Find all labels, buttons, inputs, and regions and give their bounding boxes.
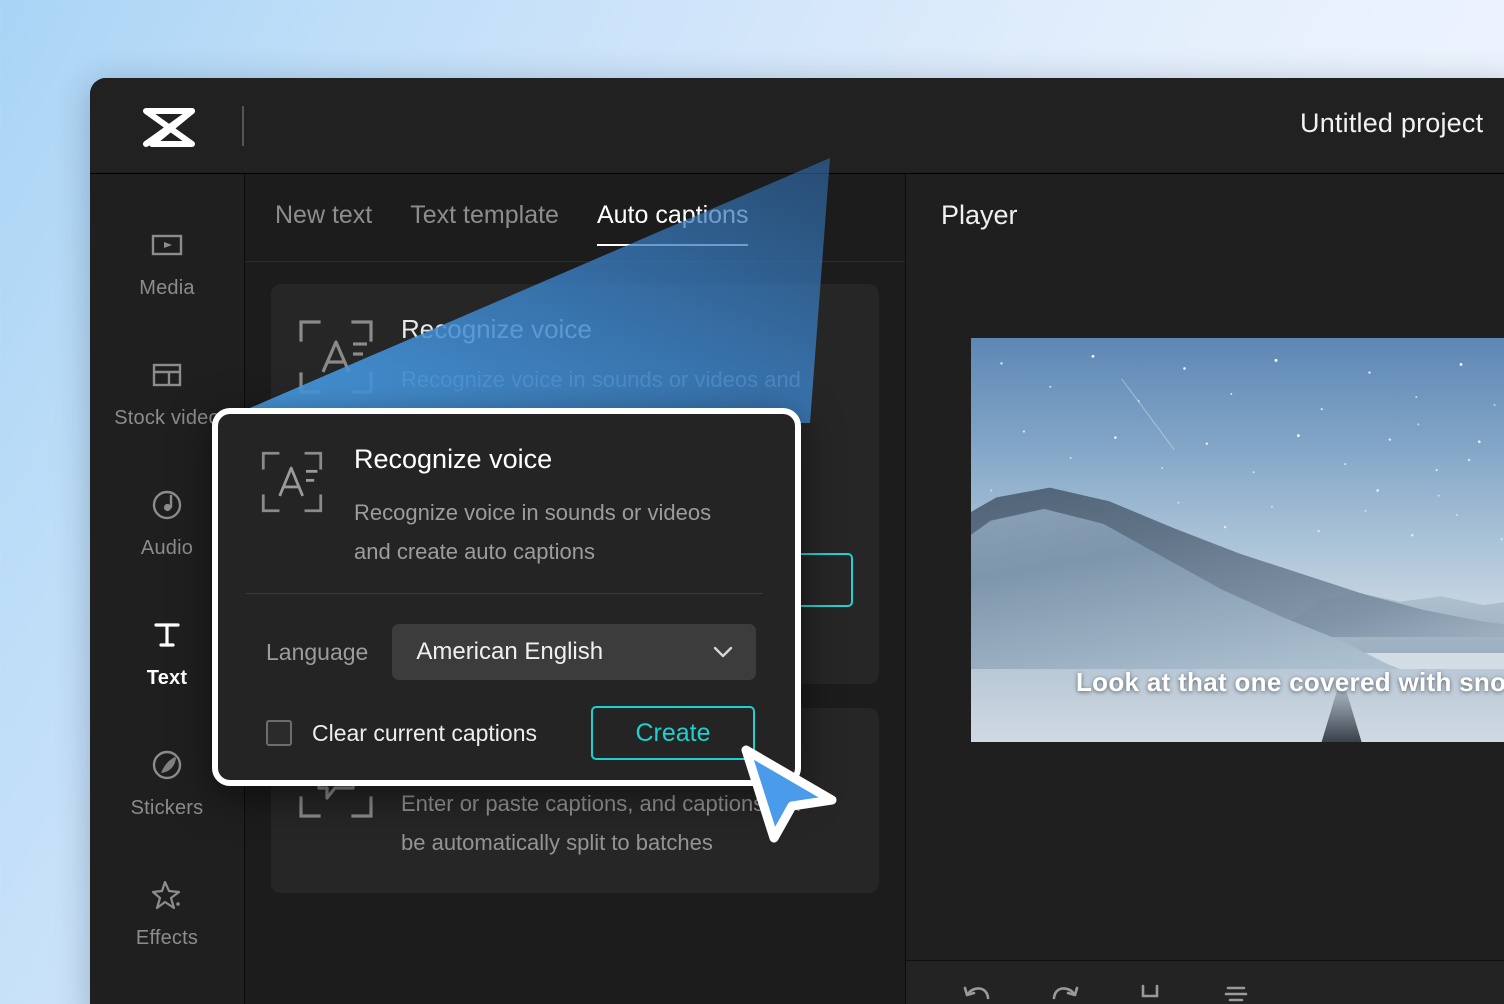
audio-icon [149, 487, 185, 523]
panel-tabs: New text Text template Auto captions [245, 174, 905, 262]
sidebar-label-effects: Effects [136, 927, 198, 950]
redo-icon[interactable] [1047, 978, 1081, 1004]
effects-icon [149, 877, 185, 913]
language-select[interactable]: American English [392, 624, 756, 680]
card-title-recognize-voice: Recognize voice [401, 314, 853, 345]
dialog-header: Recognize voice Recognize voice in sound… [218, 414, 795, 571]
clear-captions-checkbox-wrap[interactable]: Clear current captions [266, 720, 537, 747]
tab-auto-captions[interactable]: Auto captions [597, 183, 749, 252]
create-button-label: Create [635, 719, 710, 748]
mouse-cursor [736, 740, 844, 848]
dialog-footer: Clear current captions Create [218, 680, 795, 760]
sidebar-label-stock-video: Stock video [114, 407, 220, 430]
sidebar-item-effects[interactable]: Effects [90, 848, 244, 978]
language-label: Language [266, 639, 368, 666]
project-title[interactable]: Untitled project [1300, 108, 1483, 139]
capcut-logo-icon[interactable] [140, 106, 198, 151]
title-bar: Untitled project [90, 78, 1504, 174]
video-caption-text: Look at that one covered with snow, and [971, 667, 1504, 698]
player-toolbar [906, 960, 1504, 1004]
sidebar-label-text: Text [147, 667, 187, 690]
video-preview[interactable]: Look at that one covered with snow, and [971, 338, 1504, 742]
dialog-title: Recognize voice [354, 444, 745, 475]
recognize-voice-icon [260, 450, 324, 514]
language-value: American English [416, 638, 603, 666]
sidebar-label-audio: Audio [141, 537, 193, 560]
recognize-voice-icon [297, 318, 375, 396]
tab-new-text[interactable]: New text [275, 183, 372, 252]
create-button[interactable]: Create [591, 706, 755, 760]
undo-icon[interactable] [961, 978, 995, 1004]
stickers-icon [149, 747, 185, 783]
sidebar-label-media: Media [139, 277, 194, 300]
dialog-description: Recognize voice in sounds or videos and … [354, 493, 745, 571]
text-icon [149, 617, 185, 653]
dialog-language-row: Language American English [218, 594, 795, 680]
sidebar-label-stickers: Stickers [131, 797, 204, 820]
stock-video-icon [149, 357, 185, 393]
split-icon[interactable] [1133, 978, 1167, 1004]
player-panel: Player [905, 174, 1504, 1004]
tab-text-template[interactable]: Text template [410, 183, 559, 252]
title-divider [242, 106, 244, 146]
player-title: Player [941, 200, 1018, 231]
chevron-down-icon [710, 644, 736, 660]
clear-captions-label: Clear current captions [312, 720, 537, 747]
media-icon [149, 227, 185, 263]
delete-icon[interactable] [1219, 978, 1253, 1004]
clear-captions-checkbox[interactable] [266, 720, 292, 746]
recognize-voice-dialog: Recognize voice Recognize voice in sound… [212, 408, 801, 786]
sidebar-item-media[interactable]: Media [90, 198, 244, 328]
